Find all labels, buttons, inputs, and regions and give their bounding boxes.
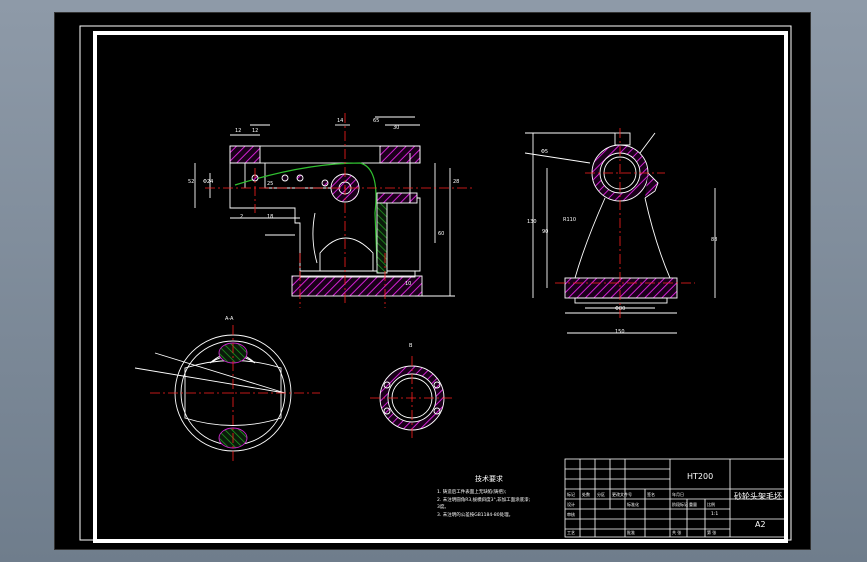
dim-phi80: Φ80 — [615, 306, 625, 312]
tech-title: 技术要求 — [475, 474, 503, 483]
tb-review: 审核 — [567, 511, 575, 517]
dim-14: 14 — [337, 118, 343, 124]
tb-design: 设计 — [567, 501, 575, 507]
drawing-viewport[interactable]: 12 12 14 65 30 25 18 60 10 Φ24 52 28 2 1… — [55, 13, 810, 549]
tb-count: 处数 — [582, 491, 590, 497]
tb-mark: 标记 — [567, 491, 575, 497]
tech-item-2: 2. 未注明圆角R3,拔模斜度3°,非加工面涂底漆; — [437, 496, 530, 503]
dim-90: 90 — [542, 229, 548, 235]
dim-130: 130 — [527, 219, 537, 225]
view-b-label: B — [409, 343, 413, 349]
tech-item-3: 3度。 — [437, 503, 449, 510]
drawing-canvas: 12 12 14 65 30 25 18 60 10 Φ24 52 28 2 1… — [79, 25, 792, 543]
section-aa-label: A-A — [225, 316, 234, 322]
tech-requirements: 技术要求 1. 铸造后工件表面上无缺陷(铸疤); 2. 未注明圆角R3,拔模斜度… — [437, 474, 530, 518]
front-view — [194, 116, 455, 297]
dim-28: 28 — [453, 179, 459, 185]
sheet-size-text: A2 — [755, 520, 766, 529]
tb-sign: 签名 — [647, 491, 655, 497]
dim-2: 2 — [240, 214, 243, 220]
tb-change: 更改文件号 — [612, 491, 632, 497]
inner-frame — [93, 31, 788, 543]
tech-item-1: 1. 铸造后工件表面上无缺陷(铸疤); — [437, 488, 506, 495]
dim-88: 88 — [711, 237, 717, 243]
front-dim-text: 12 12 14 65 30 25 18 60 10 Φ24 52 28 2 — [188, 118, 459, 287]
scale-text: 1:1 — [711, 511, 718, 517]
tb-standard: 标准化 — [627, 501, 639, 507]
dim-52: 52 — [188, 179, 194, 185]
dim-60: 60 — [438, 231, 444, 237]
dim-r110: R110 — [563, 217, 576, 223]
tb-date: 年月日 — [672, 491, 684, 497]
part-name-text: 砂轮头架毛坯 — [734, 491, 782, 501]
dim-30: 30 — [393, 125, 399, 131]
dim-10: 10 — [405, 281, 411, 287]
dim-18: 18 — [267, 214, 273, 220]
tb-approve: 批准 — [627, 529, 635, 535]
dim-phi5: Φ5 — [541, 149, 548, 155]
dim-25: 25 — [267, 181, 273, 187]
dim-12a: 12 — [235, 128, 241, 134]
tb-weight: 重量 — [689, 501, 697, 507]
dim-12b: 12 — [252, 128, 258, 134]
tb-ratio: 比例 — [707, 501, 715, 507]
tb-zone: 分区 — [597, 491, 605, 497]
dim-phi24: Φ24 — [203, 179, 213, 185]
tb-stage: 阶段标记 — [672, 501, 688, 507]
cad-application: 12 12 14 65 30 25 18 60 10 Φ24 52 28 2 1… — [0, 0, 867, 562]
title-block-text: HT200 砂轮头架毛坯 A2 1:1 标记 处数 分区 更改文件号 签名 年月… — [567, 472, 782, 535]
dim-65: 65 — [373, 118, 379, 124]
material-text: HT200 — [687, 472, 713, 481]
tb-sheet-no: 第 张 — [707, 529, 716, 535]
dim-150: 150 — [615, 329, 625, 335]
tech-item-4: 3. 未注明的公差按GB1184-80处理。 — [437, 511, 513, 518]
tb-sheets: 共 张 — [672, 529, 681, 535]
tb-process: 工艺 — [567, 530, 575, 535]
